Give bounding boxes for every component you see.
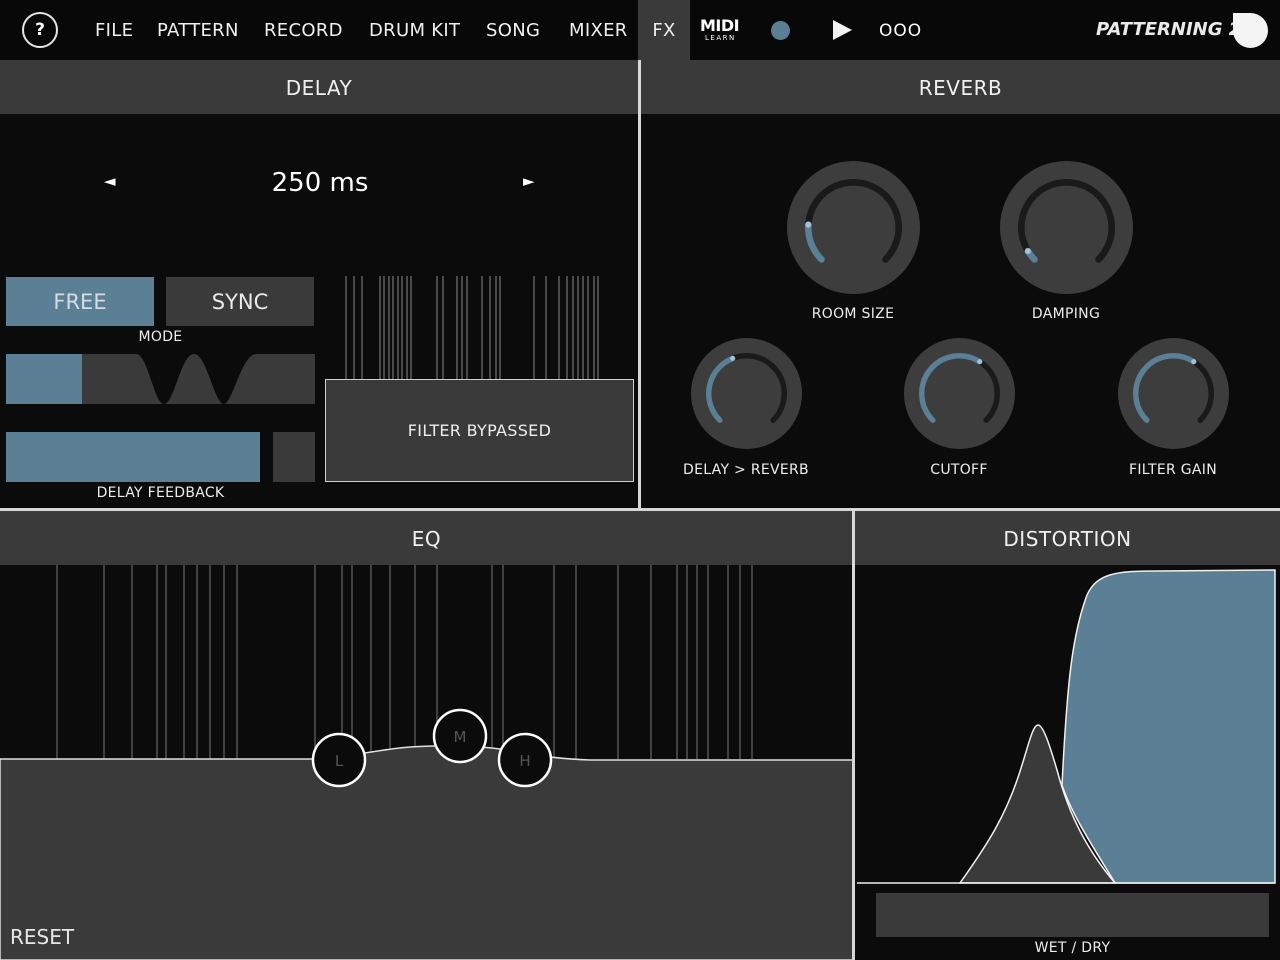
- waveform-shape: [82, 354, 315, 404]
- eq-curve: [0, 744, 853, 960]
- eq-band-mid-letter: M: [454, 728, 467, 746]
- knob-arc-graphic: [1132, 353, 1215, 423]
- cutoff-knob[interactable]: [904, 338, 1015, 449]
- distortion-transfer-curve: [1061, 569, 1276, 884]
- nav-fx[interactable]: FX: [638, 0, 690, 60]
- delay-waveform-selector[interactable]: [6, 354, 315, 404]
- midi-learn-button[interactable]: MIDI LEARN: [700, 18, 742, 44]
- knob-indicator-dot: [1191, 359, 1197, 365]
- nav-record[interactable]: RECORD: [264, 0, 343, 60]
- wet-dry-label: WET / DRY: [1034, 940, 1111, 956]
- mode-sync-button[interactable]: SYNC: [166, 277, 314, 326]
- eq-spectrum-lines: [56, 565, 753, 759]
- top-nav-bar: ? FILE PATTERN RECORD DRUM KIT SONG MIXE…: [0, 0, 1280, 60]
- knob-value-arc: [805, 221, 825, 263]
- play-icon[interactable]: [833, 20, 852, 40]
- nav-drum-kit[interactable]: DRUM KIT: [369, 0, 460, 60]
- mode-label: MODE: [138, 329, 183, 345]
- app-logo-icon: [1233, 13, 1268, 48]
- knob-indicator-dot: [977, 359, 983, 365]
- delay-time-value: 250 ms: [271, 168, 369, 198]
- eq-band-high-letter: H: [519, 752, 530, 770]
- filter-gain-label: FILTER GAIN: [1129, 462, 1217, 478]
- midi-learn-subtitle: LEARN: [705, 34, 736, 42]
- delay-reverb-divider: [638, 60, 641, 510]
- more-options-button[interactable]: OOO: [879, 0, 922, 60]
- delay-header: DELAY: [0, 60, 638, 114]
- wet-dry-slider[interactable]: [876, 893, 1269, 937]
- nav-pattern[interactable]: PATTERN: [157, 0, 239, 60]
- knob-indicator-dot: [730, 355, 736, 361]
- eq-band-high-handle: H: [497, 732, 553, 788]
- app-title: PATTERNING 2: [1096, 19, 1242, 40]
- eq-graph[interactable]: L M H: [0, 565, 853, 960]
- delay-to-reverb-knob[interactable]: [691, 338, 802, 449]
- spectrum-lines: [345, 276, 599, 380]
- nav-file[interactable]: FILE: [95, 0, 133, 60]
- help-icon: ?: [35, 20, 45, 40]
- midi-learn-title: MIDI: [700, 16, 740, 35]
- delay-feedback-slider-end[interactable]: [273, 432, 315, 482]
- knob-arc-graphic: [918, 353, 1001, 423]
- waveform-selected-segment: [6, 354, 82, 404]
- delay-time-prev-arrow-icon[interactable]: ◄: [104, 172, 116, 190]
- delay-filter-pad[interactable]: FILTER BYPASSED: [325, 379, 634, 482]
- damping-label: DAMPING: [1031, 306, 1101, 322]
- cutoff-label: CUTOFF: [930, 462, 988, 478]
- knob-arc-graphic: [705, 353, 788, 423]
- distortion-header: DISTORTION: [855, 511, 1280, 565]
- nav-mixer[interactable]: MIXER: [569, 0, 628, 60]
- filter-status-text: FILTER BYPASSED: [407, 421, 552, 440]
- mode-free-button[interactable]: FREE: [6, 277, 154, 326]
- knob-value-arc: [705, 355, 736, 423]
- knob-track: [1018, 179, 1115, 263]
- record-dot-icon[interactable]: [771, 21, 790, 40]
- delay-feedback-slider-fill[interactable]: [6, 432, 260, 482]
- nav-song[interactable]: SONG: [486, 0, 540, 60]
- knob-value-arc: [918, 353, 983, 423]
- eq-header: EQ: [0, 511, 853, 565]
- delay-feedback-label: DELAY FEEDBACK: [96, 485, 225, 501]
- delay-time-next-arrow-icon[interactable]: ►: [523, 172, 535, 190]
- filter-gain-knob[interactable]: [1118, 338, 1229, 449]
- distortion-curve-graph[interactable]: [857, 565, 1280, 885]
- knob-arc-graphic: [805, 179, 902, 263]
- damping-knob[interactable]: [1000, 161, 1133, 294]
- eq-reset-button[interactable]: RESET: [10, 925, 74, 949]
- knob-track: [805, 179, 902, 263]
- delay-filter-spectrum: [345, 276, 599, 380]
- reverb-header: REVERB: [641, 60, 1280, 114]
- room-size-knob[interactable]: [787, 161, 920, 294]
- eq-band-low-handle: L: [311, 732, 367, 788]
- eq-band-low-letter: L: [335, 752, 344, 770]
- delay-to-reverb-label: DELAY > REVERB: [683, 462, 809, 478]
- knob-indicator-dot: [805, 221, 812, 228]
- knob-arc-graphic: [1018, 179, 1115, 263]
- knob-indicator-dot: [1024, 248, 1031, 255]
- eq-band-mid-handle: M: [432, 708, 488, 764]
- help-button[interactable]: ?: [22, 12, 58, 48]
- room-size-label: ROOM SIZE: [811, 306, 895, 322]
- eq-distortion-divider: [852, 511, 855, 960]
- knob-value-arc: [1132, 353, 1197, 423]
